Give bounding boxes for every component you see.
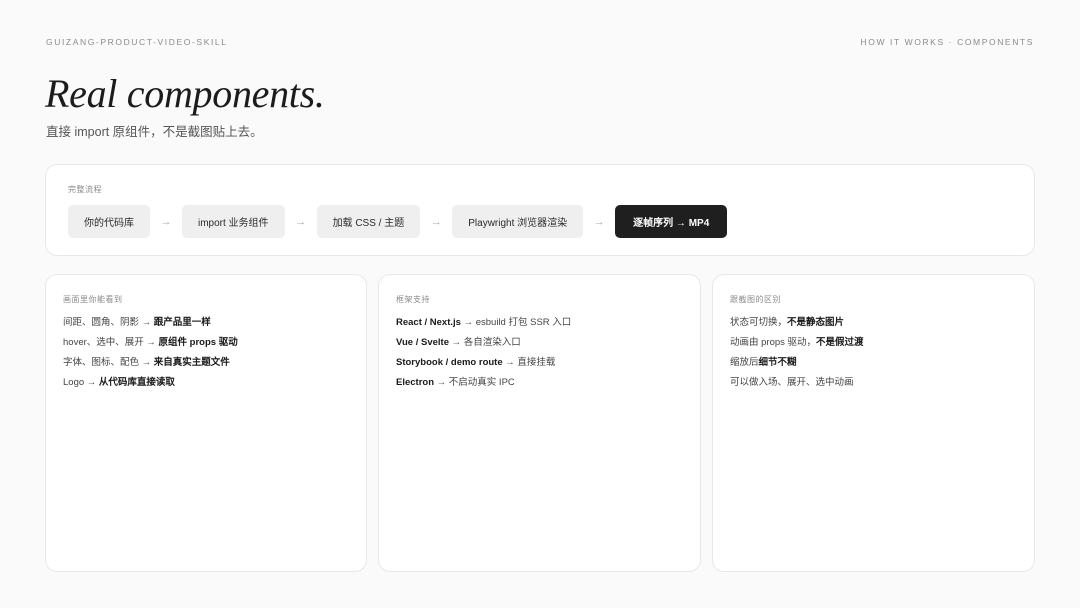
card-vs-screenshot: 跟截图的区别 状态可切换，不是静态图片 动画由 props 驱动，不是假过渡 缩… bbox=[712, 274, 1035, 572]
card-frameworks: 框架支持 React / Next.js → esbuild 打包 SSR 入口… bbox=[378, 274, 701, 572]
page-subtitle: 直接 import 原组件，不是截图贴上去。 bbox=[46, 125, 263, 139]
list-item: Vue / Svelte → 各自渲染入口 bbox=[396, 337, 521, 348]
pipeline-steps: 你的代码库 → import 业务组件 → 加载 CSS / 主题 → Play… bbox=[68, 205, 728, 238]
list-item: 动画由 props 驱动，不是假过渡 bbox=[730, 337, 864, 348]
pipeline-step-import: import 业务组件 bbox=[182, 205, 285, 238]
arrow-right-icon: → bbox=[295, 215, 307, 228]
list-item: 可以做入场、展开、选中动画 bbox=[730, 377, 854, 388]
card-label: 画面里你能看到 bbox=[63, 295, 123, 304]
pipeline-step-render: Playwright 浏览器渲染 bbox=[452, 205, 584, 238]
card-visible-details: 画面里你能看到 间距、圆角、阴影 → 跟产品里一样 hover、选中、展开 → … bbox=[45, 274, 367, 572]
arrow-right-icon: → bbox=[593, 215, 605, 228]
page-title: Real components. bbox=[45, 71, 325, 116]
pipeline-step-codebase: 你的代码库 bbox=[68, 205, 150, 238]
arrow-right-icon: → bbox=[160, 215, 172, 228]
list-item: hover、选中、展开 → 原组件 props 驱动 bbox=[63, 337, 238, 348]
arrow-right-icon: → bbox=[430, 215, 442, 228]
pipeline-label: 完整流程 bbox=[68, 185, 102, 194]
list-item: React / Next.js → esbuild 打包 SSR 入口 bbox=[396, 317, 572, 328]
list-item: 缩放后细节不糊 bbox=[730, 357, 797, 368]
section-name: HOW IT WORKS · COMPONENTS bbox=[860, 37, 1034, 47]
top-bar: GUIZANG-PRODUCT-VIDEO-SKILL HOW IT WORKS… bbox=[46, 37, 1034, 47]
project-name: GUIZANG-PRODUCT-VIDEO-SKILL bbox=[46, 37, 228, 47]
list-item: 间距、圆角、阴影 → 跟产品里一样 bbox=[63, 317, 211, 328]
list-item: Storybook / demo route → 直接挂载 bbox=[396, 357, 556, 368]
card-lines: 状态可切换，不是静态图片 动画由 props 驱动，不是假过渡 缩放后细节不糊 … bbox=[730, 316, 864, 396]
list-item: Electron → 不启动真实 IPC bbox=[396, 377, 515, 388]
list-item: Logo → 从代码库直接读取 bbox=[63, 377, 175, 388]
pipeline-panel: 完整流程 你的代码库 → import 业务组件 → 加载 CSS / 主题 →… bbox=[45, 164, 1035, 256]
list-item: 字体、图标、配色 → 来自真实主题文件 bbox=[63, 357, 230, 368]
pipeline-step-output: 逐帧序列 → MP4 bbox=[615, 205, 728, 238]
list-item: 状态可切换，不是静态图片 bbox=[730, 317, 845, 328]
card-lines: 间距、圆角、阴影 → 跟产品里一样 hover、选中、展开 → 原组件 prop… bbox=[63, 316, 238, 396]
pipeline-step-css: 加载 CSS / 主题 bbox=[316, 205, 421, 238]
card-lines: React / Next.js → esbuild 打包 SSR 入口 Vue … bbox=[396, 316, 571, 396]
card-label: 跟截图的区别 bbox=[730, 295, 781, 304]
card-label: 框架支持 bbox=[396, 295, 430, 304]
